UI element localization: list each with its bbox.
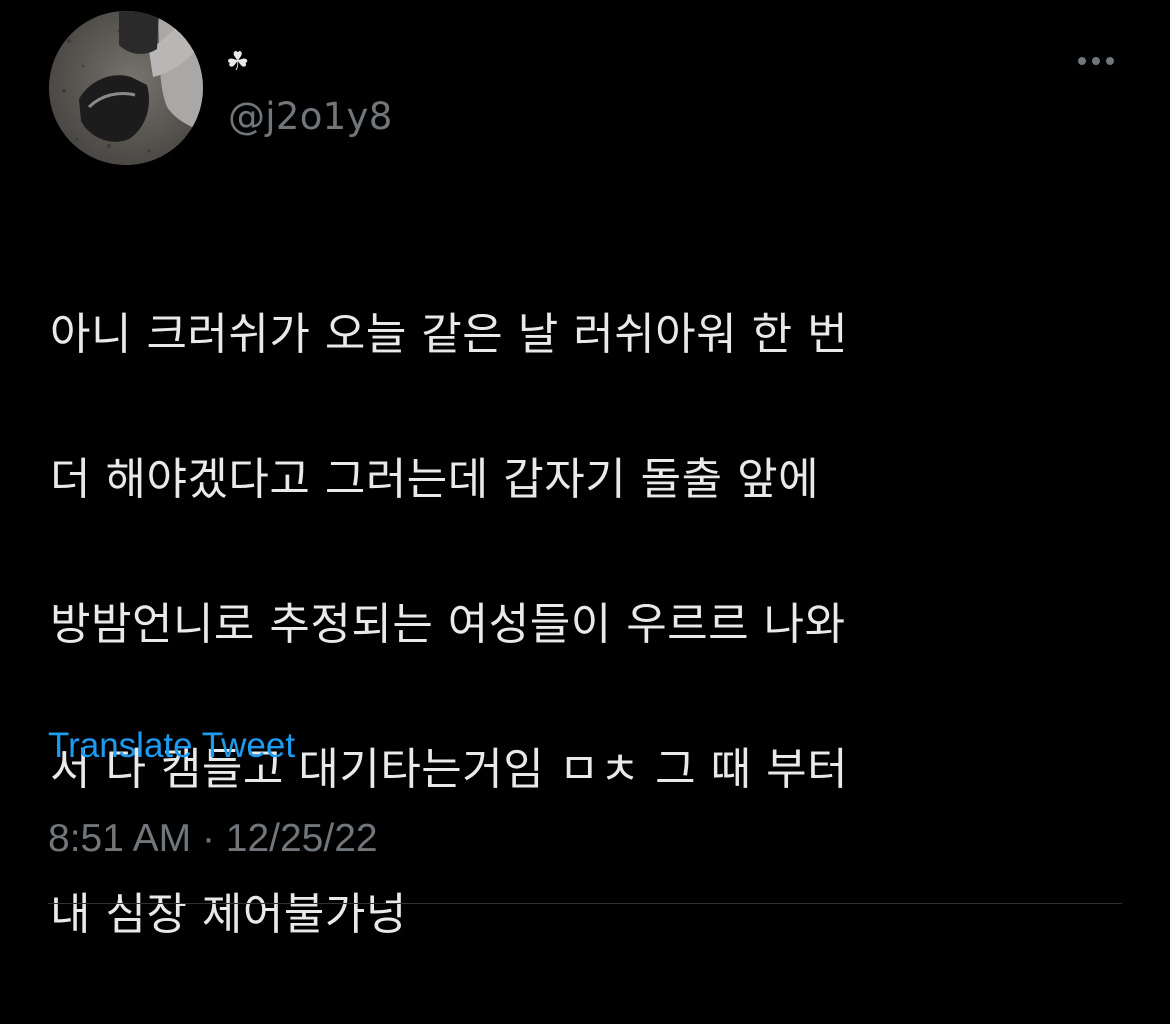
divider: [48, 903, 1122, 904]
tweet-text-line: 방밤언니로 추정되는 여성들이 우르르 나와: [50, 598, 846, 650]
tweet-text-line: 더 해야겠다고 그러는데 갑자기 돌출 앞에: [50, 453, 820, 505]
display-name[interactable]: ☘: [226, 46, 249, 78]
tweet: ☘ @j2o1y8 아니 크러쉬가 오늘 같은 날 러쉬아워 한 번 더 해야겠…: [0, 0, 1170, 940]
translate-tweet-link[interactable]: Translate Tweet: [48, 724, 295, 768]
tweet-time: 8:51 AM: [48, 817, 192, 860]
more-horizontal-icon: [1092, 57, 1100, 65]
user-handle[interactable]: @j2o1y8: [228, 94, 393, 140]
more-horizontal-icon: [1078, 57, 1086, 65]
more-options-button[interactable]: [1068, 44, 1124, 78]
avatar[interactable]: [49, 11, 203, 165]
tweet-text-line: 아니 크러쉬가 오늘 같은 날 러쉬아워 한 번: [50, 308, 849, 360]
tweet-timestamp[interactable]: 8:51 AM · 12/25/22: [48, 815, 378, 863]
meta-separator: ·: [201, 817, 215, 860]
tweet-date: 12/25/22: [225, 817, 378, 860]
more-horizontal-icon: [1106, 57, 1114, 65]
avatar-image: [49, 11, 203, 165]
tweet-text-line: 내 심장 제어불가넝: [50, 888, 407, 940]
